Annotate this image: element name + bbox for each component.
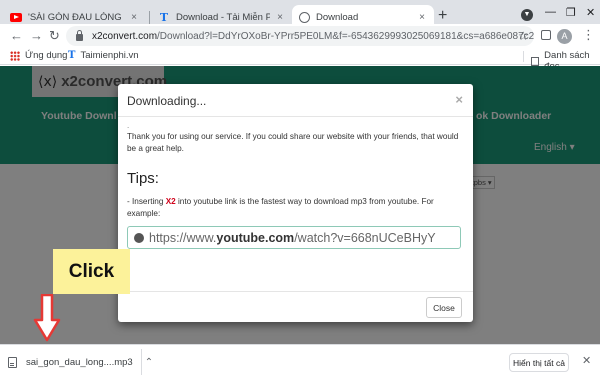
thanks-message: Thank you for using our service. If you … bbox=[127, 132, 459, 153]
chevron-up-icon[interactable]: ⌃ bbox=[145, 357, 153, 368]
close-tab-icon[interactable]: × bbox=[416, 12, 428, 23]
menu-kebab-icon[interactable]: ⋮ bbox=[582, 27, 595, 43]
example-url-field[interactable]: https://www. youtube.com/watch?v=668nUCeB… bbox=[127, 226, 461, 249]
tab-title: Download bbox=[316, 12, 359, 23]
tips-prefix: - Inserting bbox=[127, 197, 166, 206]
modal-dot: . bbox=[127, 121, 130, 130]
globe-icon bbox=[134, 232, 144, 243]
apps-grid-icon bbox=[10, 50, 20, 61]
download-shelf: sai_gon_dau_long....mp3 ⌃ Hiển thị tất c… bbox=[0, 344, 600, 378]
youtube-icon bbox=[10, 12, 22, 24]
close-shelf-icon[interactable]: ✕ bbox=[582, 354, 591, 367]
click-callout: Click bbox=[53, 249, 130, 294]
url-domain: youtube.com bbox=[216, 230, 295, 245]
restore-icon[interactable]: ❐ bbox=[566, 6, 576, 19]
tips-highlight: X2 bbox=[165, 197, 176, 206]
tips-heading: Tips: bbox=[127, 170, 159, 187]
back-arrow-icon[interactable]: ← bbox=[10, 28, 23, 43]
web-page: ⟨x⟩ x2convert.com Youtube Downl ok Downl… bbox=[0, 66, 600, 344]
download-filename: sai_gon_dau_long....mp3 bbox=[26, 356, 133, 368]
bookmark-taimienphi[interactable]: T Taimienphi.vn bbox=[68, 50, 139, 61]
tips-text: - Inserting X2 into youtube link is the … bbox=[127, 196, 464, 220]
close-tab-icon[interactable]: × bbox=[274, 12, 286, 23]
reading-list-icon bbox=[531, 56, 540, 66]
bookmark-apps[interactable]: Ứng dụng bbox=[10, 50, 67, 61]
tab-divider bbox=[149, 11, 150, 25]
lock-icon bbox=[76, 29, 83, 41]
extensions-icon[interactable] bbox=[541, 30, 551, 40]
url-prefix: https://www. bbox=[149, 230, 217, 245]
click-label: Click bbox=[68, 260, 115, 282]
globe-icon bbox=[298, 12, 310, 24]
modal-body: . Thank you for using our service. If yo… bbox=[127, 121, 464, 249]
downloading-modal: Downloading... × . Thank you for using o… bbox=[118, 84, 473, 322]
close-button[interactable]: Close bbox=[426, 297, 462, 318]
tab-search-icon[interactable]: ▼ bbox=[521, 9, 533, 21]
show-all-downloads-button[interactable]: Hiển thị tất cả bbox=[509, 353, 569, 372]
close-tab-icon[interactable]: × bbox=[128, 12, 140, 23]
file-icon bbox=[8, 356, 17, 368]
download-item[interactable]: sai_gon_dau_long....mp3 ⌃ bbox=[8, 345, 153, 378]
taimienphi-icon: T bbox=[68, 50, 76, 61]
bookmark-label: Ứng dụng bbox=[25, 50, 68, 61]
taimienphi-icon: T bbox=[159, 11, 169, 24]
modal-footer-divider bbox=[118, 291, 473, 292]
tab-title: Download - Tải Miễn Phí VN - Ph bbox=[176, 12, 270, 23]
bookmark-label: Taimienphi.vn bbox=[80, 50, 139, 61]
window-close-icon[interactable]: ✕ bbox=[586, 6, 595, 19]
new-tab-button[interactable]: + bbox=[438, 7, 447, 25]
bookmarks-divider bbox=[523, 51, 524, 62]
modal-close-icon[interactable]: × bbox=[455, 92, 463, 107]
url-path: /Download?l=DdYrOXoBr-YPrr5PE0LM&f=-6543… bbox=[157, 30, 534, 42]
down-arrow-icon bbox=[33, 294, 61, 342]
bookmarks-bar: Ứng dụng T Taimienphi.vn Danh sách đọc bbox=[0, 46, 600, 72]
minimize-icon[interactable]: — bbox=[545, 6, 556, 18]
reload-icon[interactable]: ↻ bbox=[49, 28, 60, 44]
modal-header: Downloading... × bbox=[118, 84, 473, 117]
tab-title: 'SÀI GÒN ĐAU LÒNG QUÁ' V bbox=[28, 12, 124, 23]
url-host: x2convert.com bbox=[92, 30, 158, 42]
forward-arrow-icon[interactable]: → bbox=[30, 28, 43, 43]
url-suffix: /watch?v=668nUCeBHyY bbox=[294, 230, 436, 245]
bookmark-star-icon[interactable]: ☆ bbox=[518, 29, 529, 43]
modal-title: Downloading... bbox=[127, 94, 207, 108]
profile-avatar[interactable]: A bbox=[557, 29, 572, 44]
download-divider bbox=[141, 349, 142, 375]
address-bar[interactable]: x2convert.com/Download?l=DdYrOXoBr-YPrr5… bbox=[66, 26, 534, 46]
